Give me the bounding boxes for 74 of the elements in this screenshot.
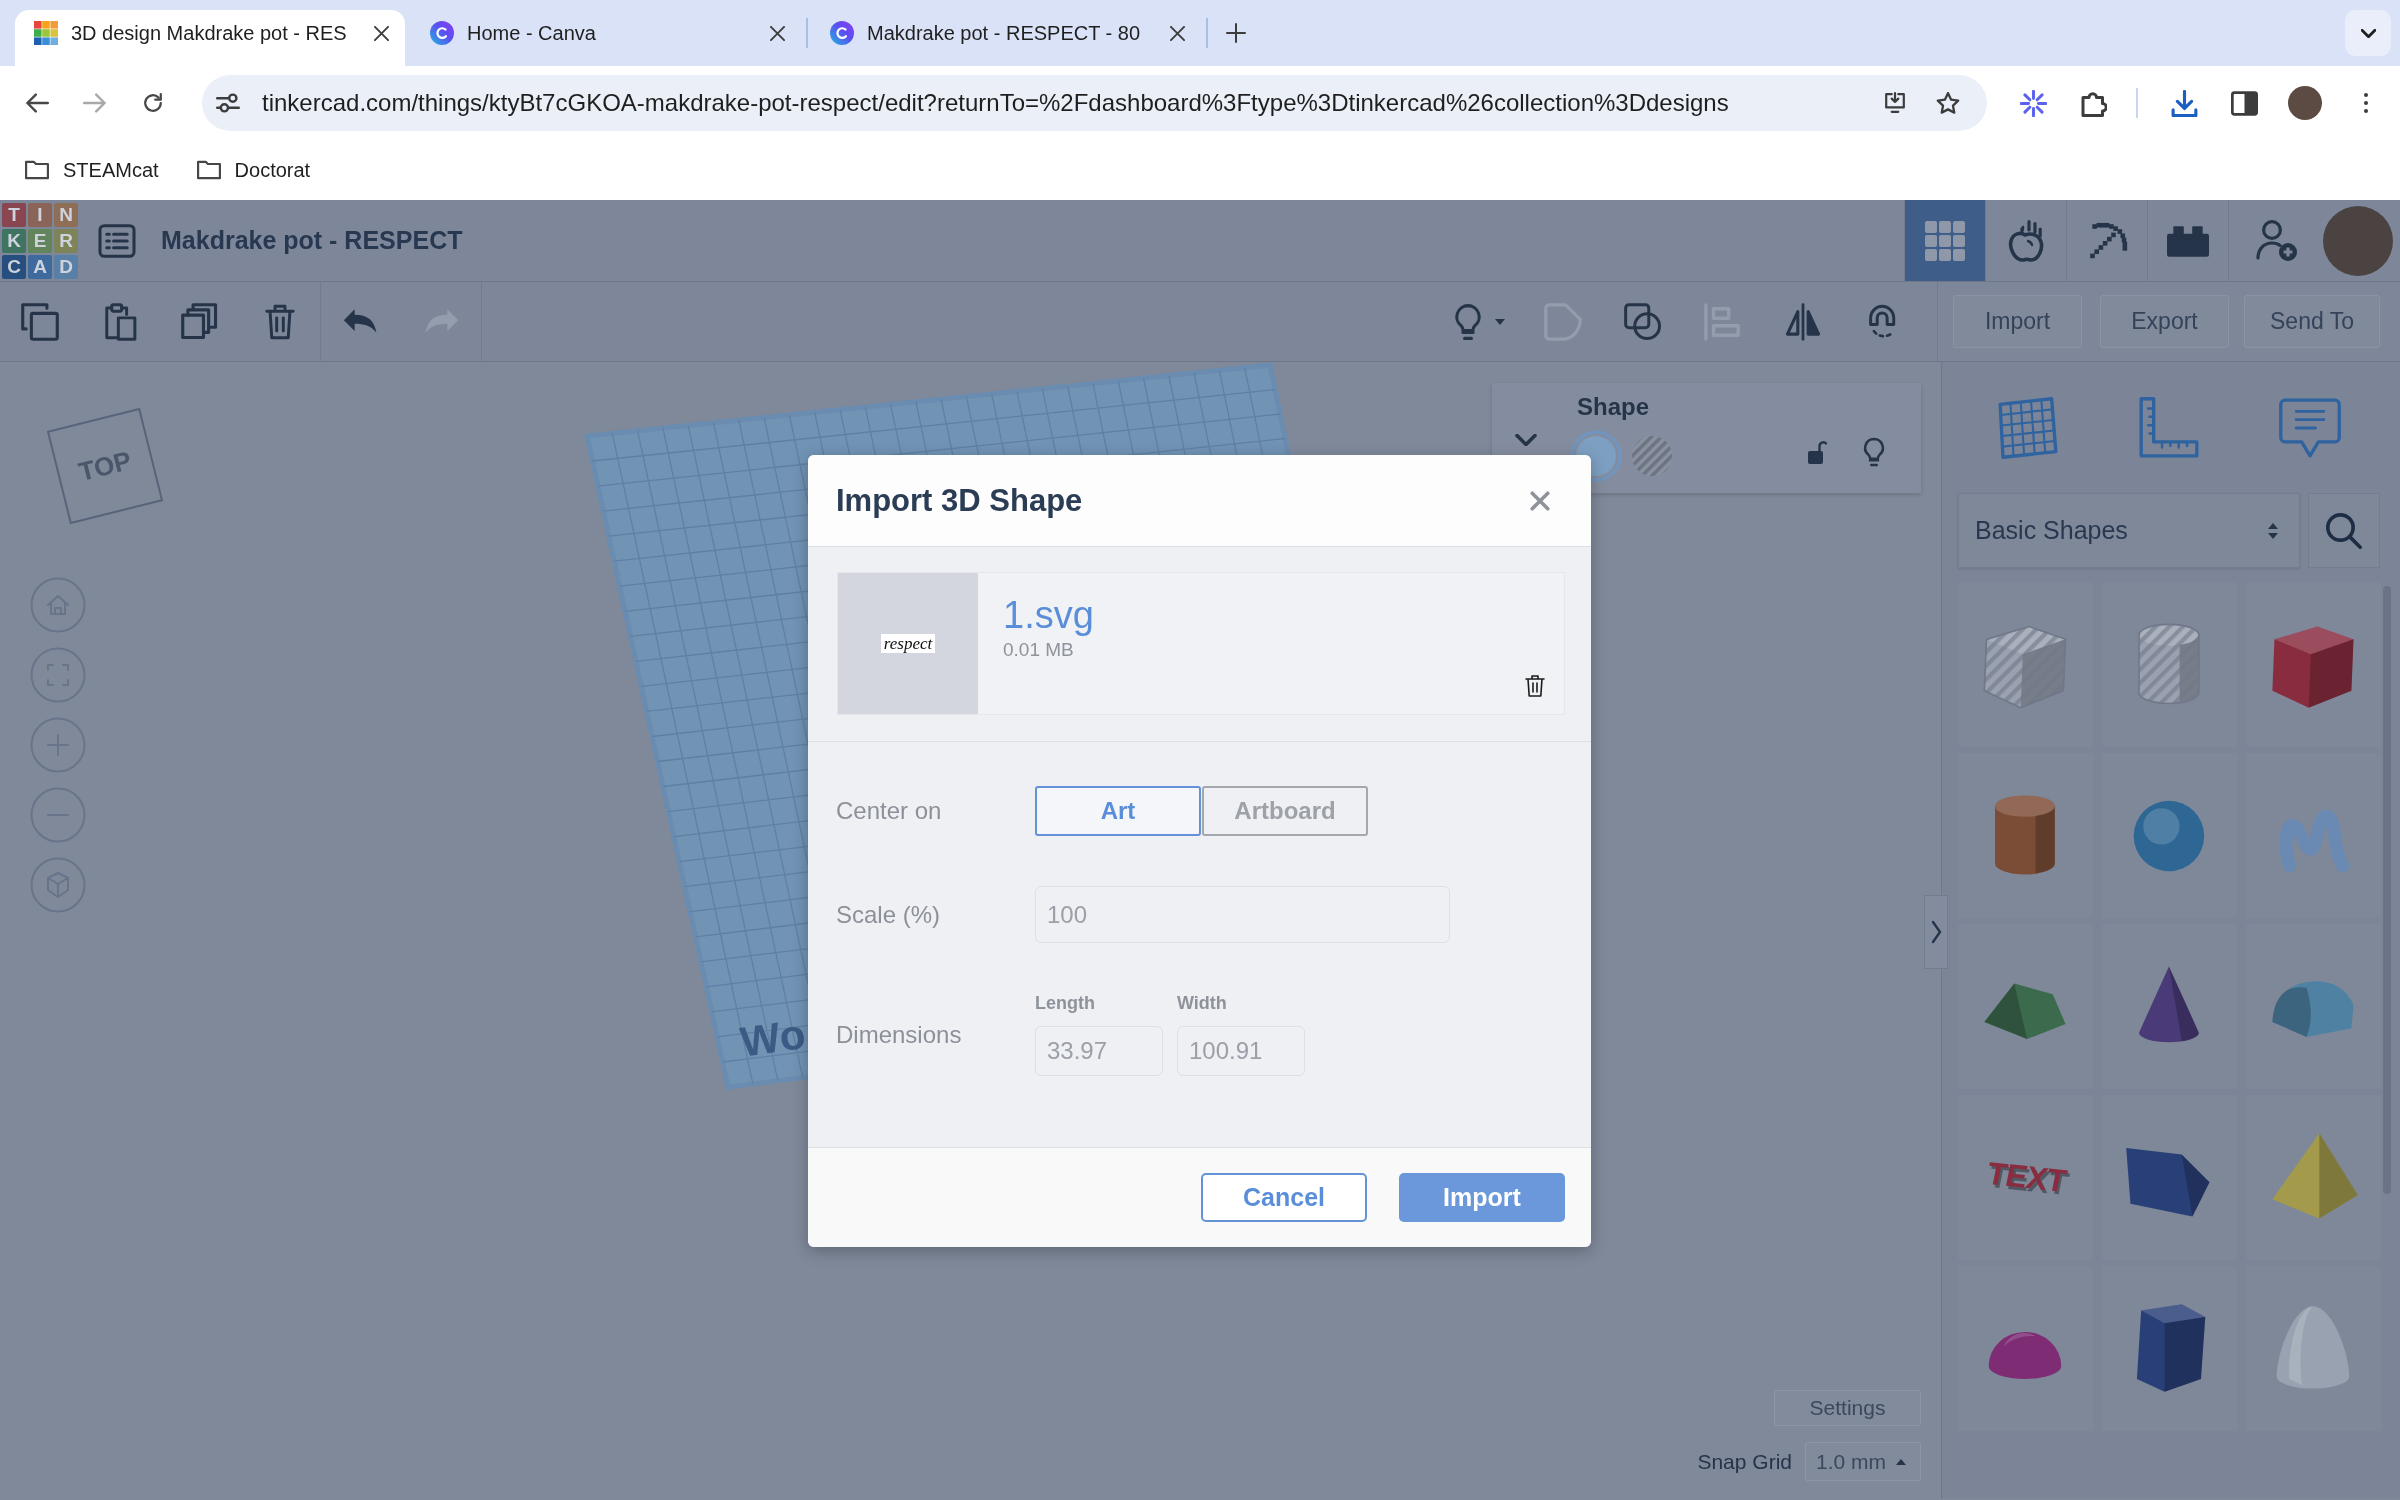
field-label: Length: [1035, 993, 1095, 1014]
star-icon[interactable]: [1936, 92, 1960, 114]
field-label: Center on: [836, 797, 943, 825]
snap-grid-label: Snap Grid: [1697, 1449, 1792, 1474]
sidebar-icon[interactable]: [2231, 89, 2258, 117]
striped-swatch-icon[interactable]: [1632, 436, 1672, 476]
bookmark-item[interactable]: STEAMcat: [25, 158, 159, 182]
view-button[interactable]: [1905, 200, 1986, 281]
segment-button[interactable]: Artboard: [1202, 786, 1368, 836]
tune-icon[interactable]: [216, 92, 240, 114]
dimension-field[interactable]: 100.91: [1177, 1026, 1305, 1076]
settings-button[interactable]: Settings: [1774, 1390, 1921, 1426]
category-dropdown[interactable]: Basic Shapes: [1958, 493, 2300, 568]
trash-icon[interactable]: [1525, 675, 1545, 698]
toolbar-button[interactable]: Import: [1953, 295, 2082, 348]
text-shape-label: TEXT: [1986, 1154, 2065, 1201]
tiles-logo-icon: [34, 21, 58, 45]
cancel-button[interactable]: Cancel: [1201, 1173, 1367, 1222]
chevron-down-icon: [2360, 28, 2376, 38]
panel-title: Shape: [1577, 393, 1651, 421]
search-button[interactable]: [2308, 493, 2380, 568]
thumbnail-text: respect: [880, 634, 936, 653]
back-arrow-icon[interactable]: [25, 93, 49, 113]
address-bar[interactable]: tinkercad.com/things/ktyBt7cGKOA-makdrake-pot-respect/edit?returnTo=%2Fdashboard%3Ftype%3Dtinkercad%26collection%3Ddesigns: [202, 75, 1987, 131]
search-icon: [2325, 511, 2363, 550]
reload-icon[interactable]: [141, 93, 165, 113]
field-label: Width: [1177, 993, 1227, 1014]
more-dots-icon[interactable]: [2363, 92, 2369, 114]
square-circle-icon[interactable]: [1624, 302, 1662, 341]
dialog-title: Import 3D Shape: [836, 482, 1083, 519]
design-list-icon[interactable]: [98, 223, 136, 258]
plus-icon[interactable]: [1226, 23, 1246, 43]
file-name: 1.svg: [1003, 595, 1094, 635]
chevron-down-icon[interactable]: [1515, 434, 1537, 446]
c-logo-icon: [830, 21, 854, 45]
install-icon[interactable]: [1883, 92, 1907, 114]
browser-tab[interactable]: Home - Canva: [411, 10, 801, 66]
folder-icon: [196, 160, 221, 180]
browser-tab[interactable]: 3D design Makdrake pot - RES: [15, 10, 405, 66]
avatar-placeholder[interactable]: [2288, 86, 2322, 120]
unlocked-padlock-icon[interactable]: [1807, 439, 1827, 465]
toolbar-button[interactable]: Export: [2100, 295, 2229, 348]
close-icon[interactable]: [374, 25, 389, 41]
segment-button[interactable]: Art: [1035, 786, 1201, 836]
chevron-right-icon[interactable]: [1924, 895, 1948, 969]
mirror-icon[interactable]: [1784, 302, 1822, 341]
toolbar-button[interactable]: Send To: [2244, 295, 2380, 348]
field-label: Dimensions: [836, 1020, 963, 1049]
c-logo-icon: [430, 21, 454, 45]
download-icon[interactable]: [2171, 89, 2198, 117]
design-title: Makdrake pot - RESPECT: [161, 226, 463, 255]
close-icon[interactable]: [770, 25, 785, 41]
sparkle-icon[interactable]: [2020, 89, 2047, 117]
import-button[interactable]: Import: [1399, 1173, 1565, 1222]
close-icon[interactable]: [1170, 25, 1185, 41]
caret-up-icon: [1896, 1458, 1906, 1465]
app-logo[interactable]: T I N K E R C A D: [2, 202, 78, 279]
lightbulb-icon[interactable]: [1863, 437, 1885, 467]
grid-icon: [1924, 219, 1966, 262]
file-size: 0.01 MB: [1003, 639, 1074, 661]
field-label: Scale (%): [836, 900, 942, 929]
bookmark-item[interactable]: Doctorat: [196, 158, 311, 182]
dimension-field[interactable]: 33.97: [1035, 1026, 1163, 1076]
caret-down-icon[interactable]: [1495, 318, 1505, 325]
folder-icon: [25, 160, 49, 180]
copy-icon[interactable]: [21, 302, 59, 341]
user-add-icon[interactable]: [2256, 219, 2298, 262]
snap-grid-dropdown[interactable]: 1.0 mm: [1805, 1442, 1921, 1481]
browser-tab[interactable]: Makdrake pot - RESPECT - 80: [811, 10, 1201, 66]
puzzle-icon[interactable]: [2080, 89, 2107, 117]
tab-list-button[interactable]: [2345, 10, 2391, 56]
workplane-label: Wo: [738, 1013, 808, 1064]
duplicate-icon[interactable]: [181, 302, 219, 341]
scale-field[interactable]: 100: [1035, 886, 1450, 943]
